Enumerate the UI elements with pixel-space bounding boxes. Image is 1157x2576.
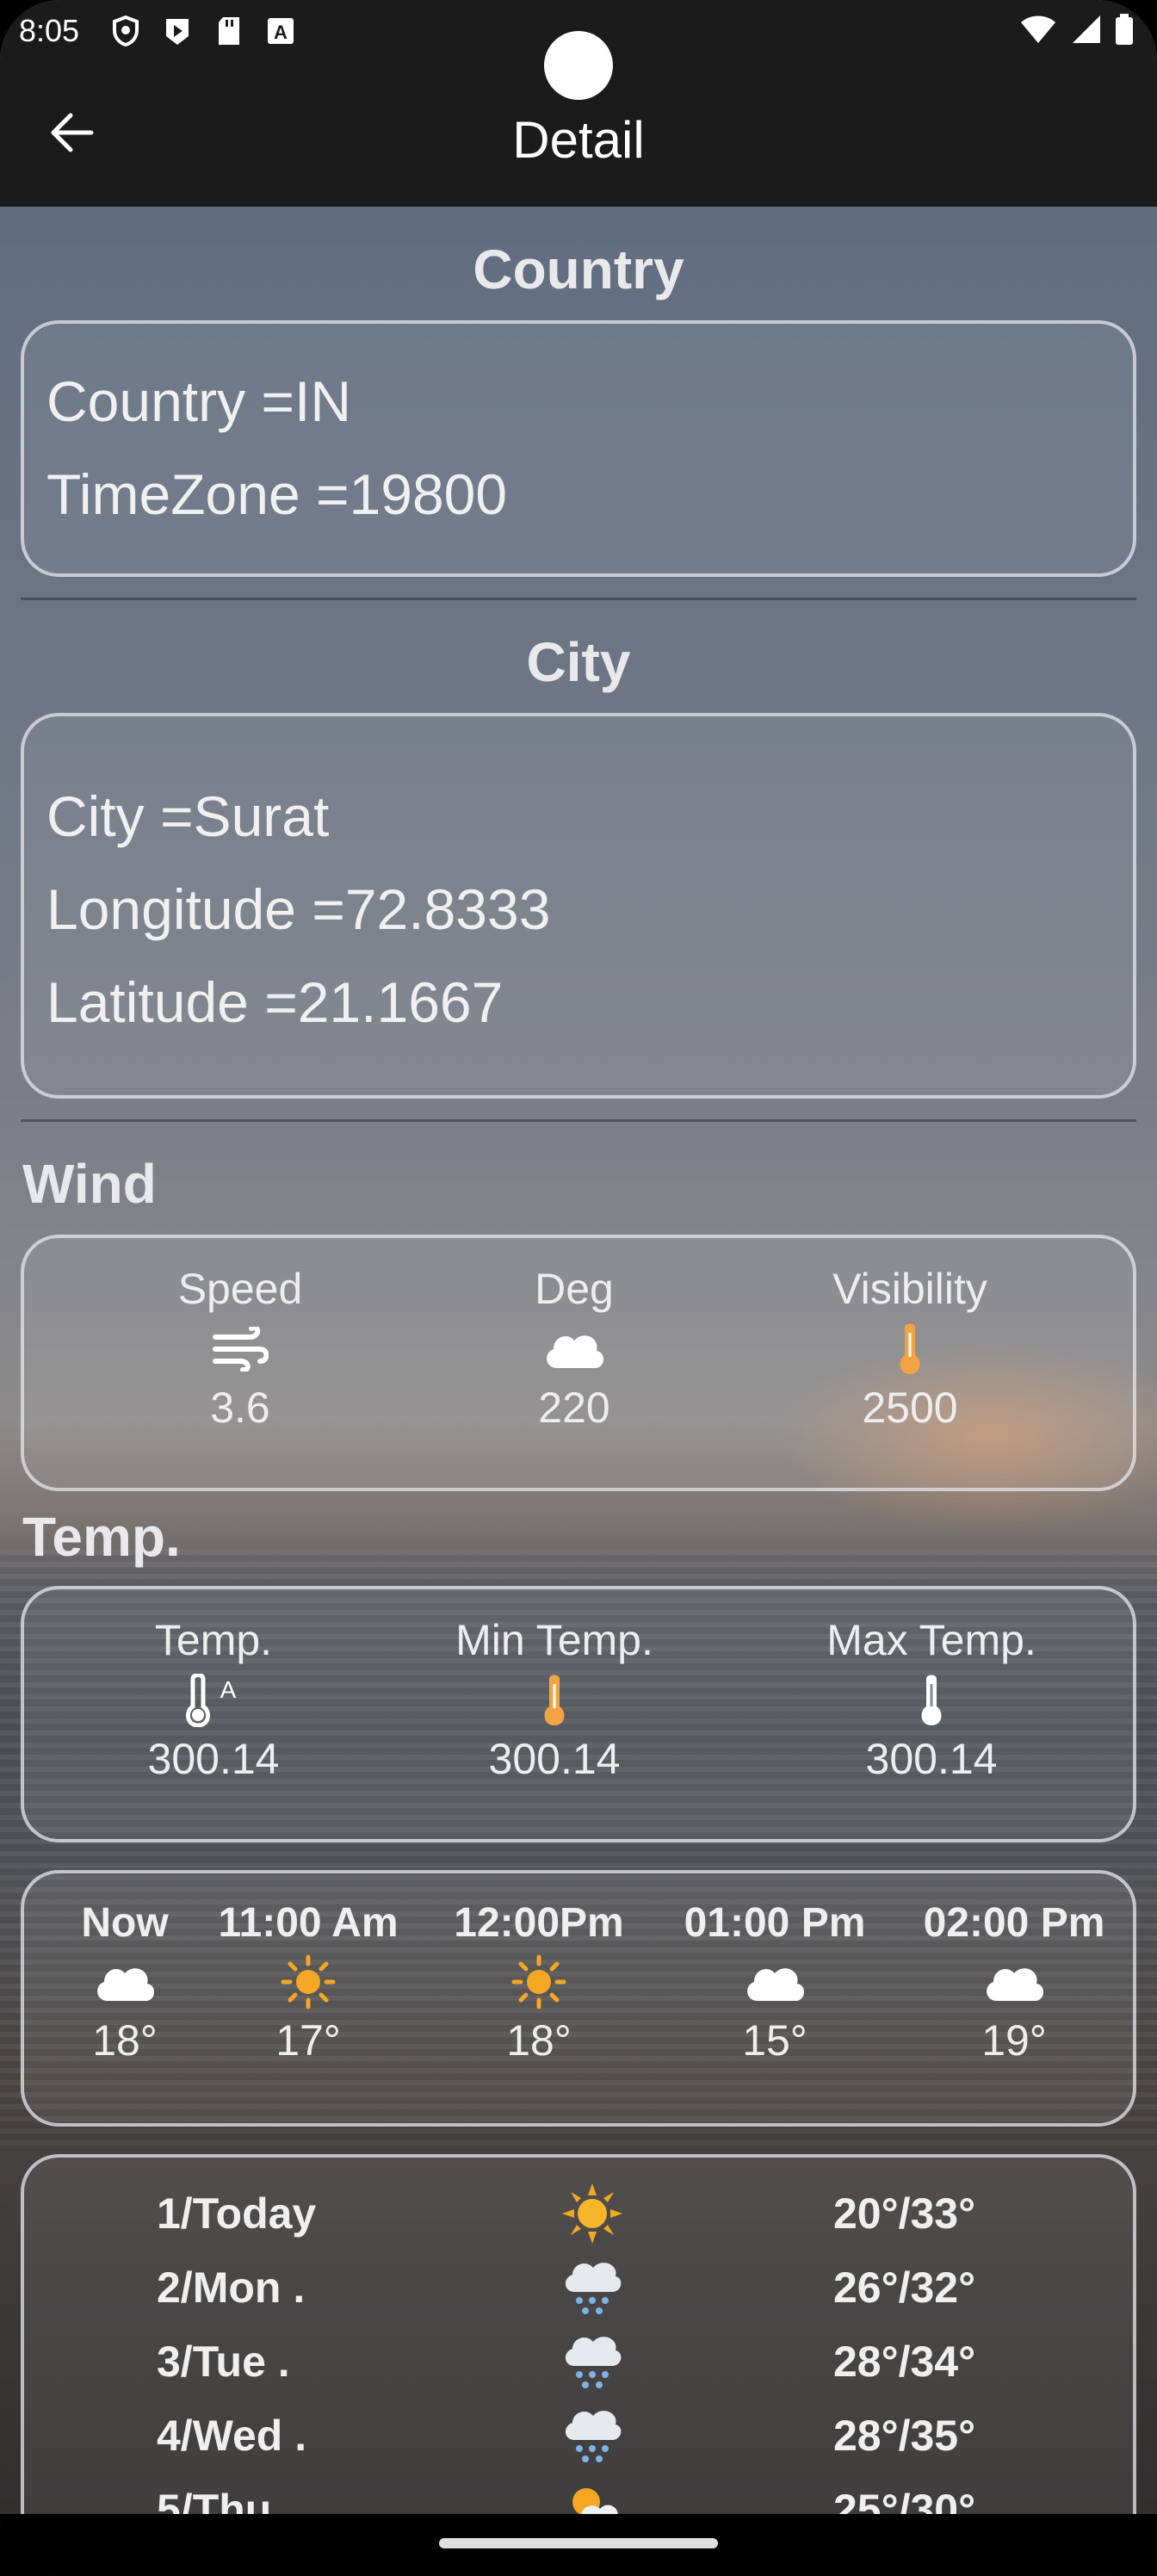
snow-cloud-icon <box>549 2399 635 2473</box>
hour-temp: 17° <box>275 2016 341 2065</box>
play-store-icon <box>160 14 195 48</box>
daily-forecast-card: 1/Today 20°/33° 2/Mon . 26°/32° 3/Tue . … <box>21 2154 1136 2550</box>
svg-text:A: A <box>274 22 288 43</box>
country-section-title: Country <box>473 238 684 300</box>
country-code-text: Country =IN <box>46 369 351 433</box>
hour-label: 11:00 Am <box>218 1900 399 1946</box>
sun-icon <box>549 2177 635 2251</box>
thermometer-orange-icon <box>802 1321 1018 1378</box>
city-name-text: City =Surat <box>46 784 330 848</box>
camera-cutout <box>544 31 613 100</box>
sun-icon <box>427 1954 651 2010</box>
snow-cloud-icon <box>549 2251 635 2325</box>
screen: 8:05 A Detail Country Country =IN TimeZo… <box>0 0 1157 2576</box>
svg-text:A: A <box>220 1676 237 1703</box>
stat-value: 220 <box>538 1384 610 1432</box>
divider <box>21 1119 1136 1122</box>
day-temp-range: 20°/33° <box>833 2189 976 2238</box>
country-card: Country =IN TimeZone =19800 <box>21 320 1136 577</box>
day-temp-range: 26°/32° <box>833 2263 976 2312</box>
longitude-text: Longitude =72.8333 <box>46 877 551 941</box>
temp-section-title: Temp. <box>22 1506 181 1568</box>
day-label: 3/Tue . <box>157 2338 290 2386</box>
hour-temp: 15° <box>742 2016 807 2065</box>
stat-label: Min Temp. <box>455 1616 653 1664</box>
hour-label: 01:00 Pm <box>684 1900 866 1946</box>
snow-cloud-icon <box>549 2325 635 2399</box>
stat-value: 3.6 <box>210 1384 270 1432</box>
battery-icon <box>1114 13 1135 50</box>
daily-row: 2/Mon . 26°/32° <box>24 2251 1140 2325</box>
hour-temp: 19° <box>981 2016 1047 2065</box>
thermometer-auto-icon: A <box>93 1672 334 1729</box>
stat-value: 300.14 <box>147 1735 280 1783</box>
hour-temp: 18° <box>92 2016 158 2065</box>
status-right-icons <box>1019 13 1135 50</box>
hourly-item: 01:00 Pm 15° <box>663 1873 887 2065</box>
sd-card-icon <box>212 14 246 48</box>
visibility-stat: Visibility 2500 <box>802 1238 1018 1433</box>
stat-value: 300.14 <box>865 1735 998 1783</box>
hour-temp: 18° <box>506 2016 572 2065</box>
wind-speed-stat: Speed 3.6 <box>133 1238 348 1433</box>
home-gesture-handle[interactable] <box>439 2538 718 2548</box>
cloud-icon <box>663 1954 887 2010</box>
stat-value: 300.14 <box>488 1735 621 1783</box>
divider <box>21 598 1136 600</box>
cloud-icon <box>467 1321 682 1378</box>
timezone-text: TimeZone =19800 <box>46 462 508 526</box>
page-title: Detail <box>512 110 645 169</box>
day-temp-range: 28°/35° <box>833 2412 976 2460</box>
hourly-forecast-card: Now 18° 11:00 Am 17° 12:00Pm 18° 01:00 P… <box>21 1870 1136 2127</box>
hourly-item: 11:00 Am 17° <box>196 1873 420 2065</box>
min-temp-stat: Min Temp. 300.14 <box>434 1589 675 1784</box>
signal-icon <box>1069 14 1102 49</box>
city-section-title: City <box>526 631 631 693</box>
wind-icon <box>133 1321 348 1378</box>
wind-section-title: Wind <box>22 1153 157 1215</box>
stat-label: Temp. <box>154 1616 273 1664</box>
day-temp-range: 28°/34° <box>833 2338 976 2386</box>
wifi-icon <box>1019 14 1057 49</box>
stat-value: 2500 <box>862 1384 958 1432</box>
temp-stat: Temp. A 300.14 <box>93 1589 334 1784</box>
daily-row: 1/Today 20°/33° <box>24 2177 1140 2251</box>
hour-label: 12:00Pm <box>454 1900 624 1946</box>
stat-label: Visibility <box>832 1265 987 1313</box>
latitude-text: Latitude =21.1667 <box>46 970 504 1034</box>
day-label: 2/Mon . <box>157 2263 306 2312</box>
back-button[interactable] <box>45 107 100 162</box>
wind-deg-stat: Deg 220 <box>467 1238 682 1433</box>
arrow-back-icon <box>50 112 95 158</box>
daily-row: 3/Tue . 28°/34° <box>24 2325 1140 2399</box>
stat-label: Max Temp. <box>826 1616 1036 1664</box>
shield-icon <box>108 14 143 48</box>
stat-label: Deg <box>535 1265 614 1313</box>
hour-label: 02:00 Pm <box>923 1900 1105 1946</box>
city-card: City =Surat Longitude =72.8333 Latitude … <box>21 713 1136 1099</box>
temp-card: Temp. A 300.14 Min Temp. 300.14 Max Temp… <box>21 1586 1136 1842</box>
hourly-item: 02:00 Pm 19° <box>902 1873 1126 2065</box>
wind-card: Speed 3.6 Deg 220 Visibility 2500 <box>21 1235 1136 1491</box>
day-label: 1/Today <box>157 2189 317 2238</box>
hourly-item: 12:00Pm 18° <box>427 1873 651 2065</box>
cloud-icon <box>902 1954 1126 2010</box>
status-time: 8:05 <box>19 13 80 48</box>
sun-icon <box>196 1954 420 2010</box>
hour-label: Now <box>81 1900 169 1946</box>
day-label: 4/Wed . <box>157 2412 307 2460</box>
daily-row: 4/Wed . 28°/35° <box>24 2399 1140 2473</box>
cloud-icon <box>52 1954 198 2010</box>
stat-label: Speed <box>177 1265 303 1313</box>
max-temp-stat: Max Temp. 300.14 <box>802 1589 1061 1784</box>
thermometer-orange-icon <box>434 1672 675 1729</box>
hourly-item: Now 18° <box>52 1873 198 2065</box>
thermometer-white-icon <box>802 1672 1061 1729</box>
font-a-icon: A <box>263 14 298 48</box>
